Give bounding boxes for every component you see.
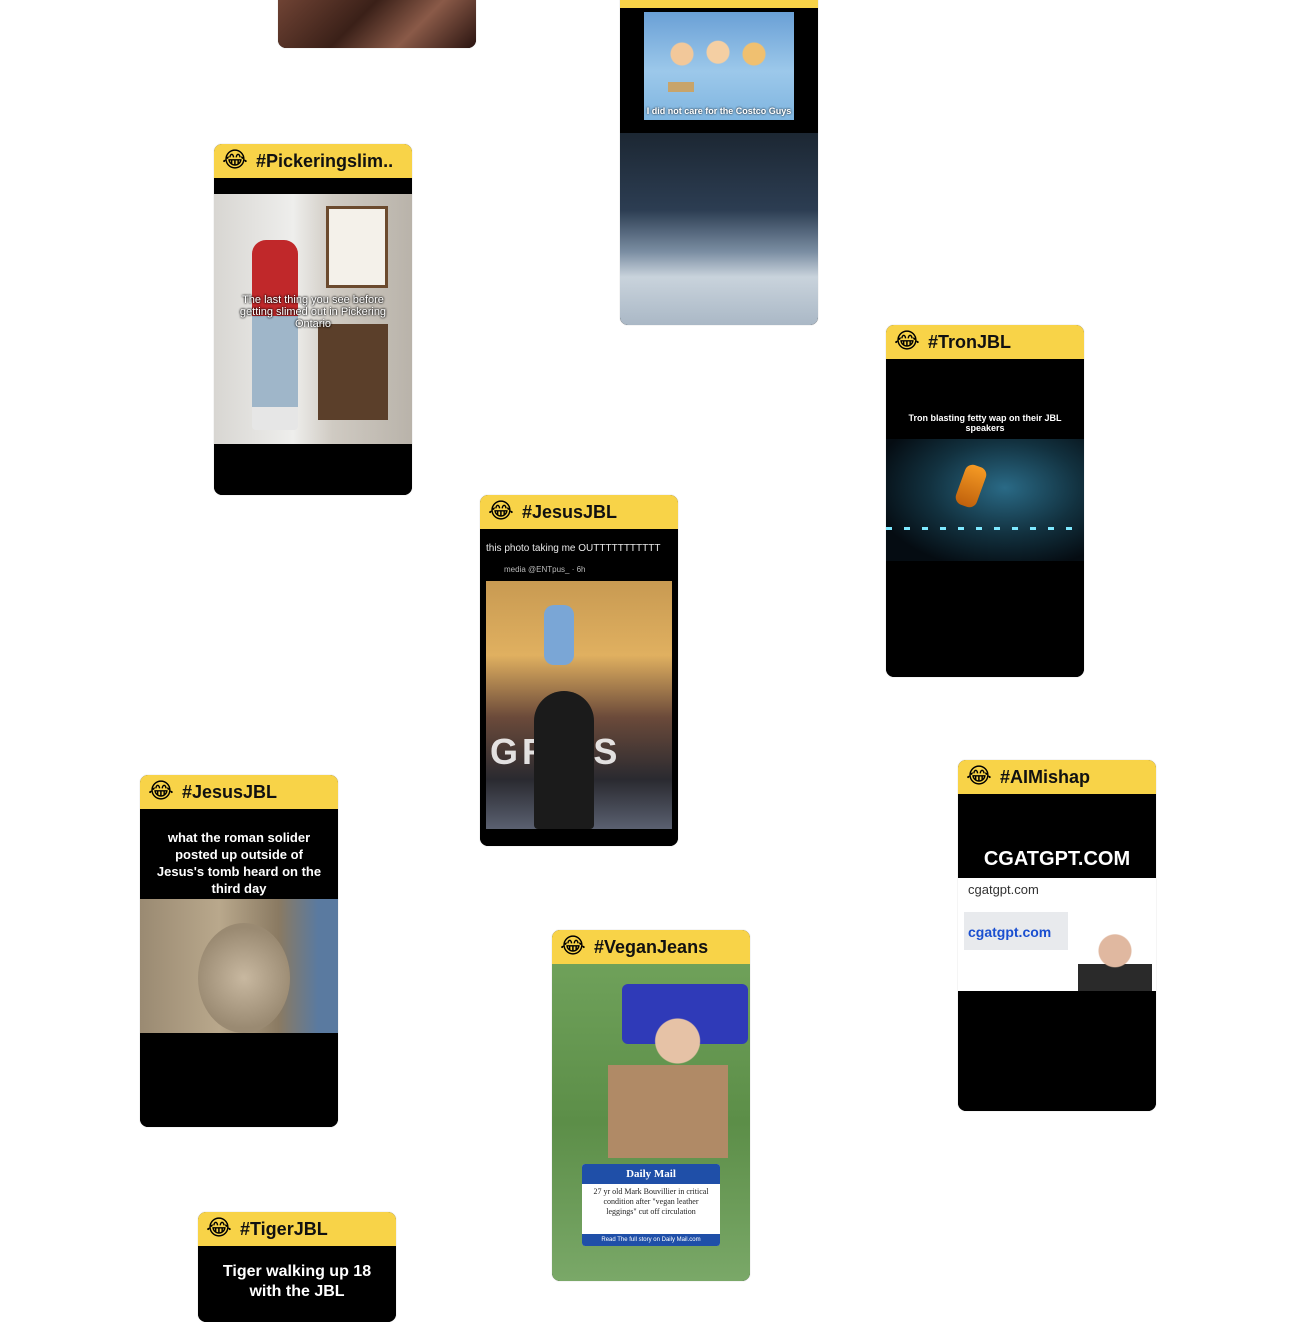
media-handle: media @ENTpus_ · 6h — [504, 565, 586, 574]
video-thumbnail: Daily Mail 27 yr old Mark Bouvillier in … — [552, 964, 750, 1281]
laughing-emoji-icon: 😂 — [148, 779, 174, 804]
video-card-pickering[interactable]: 😂 #Pickeringslim.. The last thing you se… — [214, 144, 412, 495]
post-text: this photo taking me OUTTTTTTTTTTT — [486, 543, 661, 554]
light-rail — [886, 527, 1084, 530]
card-header: 😂 #AIMishap — [958, 760, 1156, 794]
video-caption: Tiger walking up 18 with the JBL — [222, 1263, 372, 1300]
video-card-tiger[interactable]: 😂 #TigerJBL Tiger walking up 18 with the… — [198, 1212, 396, 1322]
video-thumbnail: Tron blasting fetty wap on their JBL spe… — [886, 359, 1084, 677]
hashtag-label[interactable]: #JesusJBL — [182, 782, 277, 803]
room-photo: The last thing you see before getting sl… — [214, 194, 412, 444]
video-card-tron[interactable]: 😂 #TronJBL Tron blasting fetty wap on th… — [886, 325, 1084, 677]
video-thumbnail: I did not care for the Costco Guys — [620, 8, 818, 325]
video-caption: Tron blasting fetty wap on their JBL spe… — [908, 413, 1062, 433]
hashtag-label[interactable]: #AIMishap — [1000, 767, 1090, 788]
video-card-jesus-tomb[interactable]: 😂 #JesusJBL what the roman solider poste… — [140, 775, 338, 1127]
video-thumbnail: what the roman solider posted up outside… — [140, 809, 338, 1127]
video-card-guitar[interactable] — [278, 0, 476, 48]
news-source: Daily Mail — [582, 1164, 720, 1184]
laughing-emoji-icon: 😂 — [894, 329, 920, 354]
video-thumbnail: this photo taking me OUTTTTTTTTTTT media… — [480, 529, 678, 846]
hashtag-label[interactable]: #Pickeringslim.. — [256, 151, 393, 172]
person-in-blue — [544, 605, 574, 665]
card-header — [620, 0, 818, 8]
cabinet — [318, 324, 388, 420]
video-caption: what the roman solider posted up outside… — [156, 830, 322, 896]
game-scene — [620, 133, 818, 325]
card-header: 😂 #JesusJBL — [140, 775, 338, 809]
laughing-emoji-icon: 😂 — [222, 148, 248, 173]
video-thumbnail: CGATGPT.COM cgatgpt.com cgatgpt.com — [958, 794, 1156, 1111]
headline-text: CGATGPT.COM — [983, 848, 1131, 870]
card-header: 😂 #JesusJBL — [480, 495, 678, 529]
hashtag-label[interactable]: #TigerJBL — [240, 1219, 328, 1240]
card-header: 😂 #Pickeringslim.. — [214, 144, 412, 178]
laughing-emoji-icon: 😂 — [206, 1216, 232, 1241]
pool-scene: I did not care for the Costco Guys — [644, 12, 794, 120]
url-text: cgatgpt.com — [968, 882, 1039, 897]
card-header: 😂 #TigerJBL — [198, 1212, 396, 1246]
rider-figure — [953, 462, 989, 510]
presenter-face — [1078, 924, 1152, 991]
news-footer: Read The full story on Daily Mail.com — [582, 1234, 720, 1246]
card-header: 😂 #VeganJeans — [552, 930, 750, 964]
video-caption: The last thing you see before getting sl… — [239, 294, 387, 330]
tomb-photo — [140, 899, 338, 1033]
character-heads — [658, 36, 778, 72]
tomb-stone — [198, 923, 290, 1033]
laughing-emoji-icon: 😂 — [966, 764, 992, 789]
person-figure — [252, 240, 298, 430]
video-thumbnail: Tiger walking up 18 with the JBL — [198, 1246, 396, 1322]
laughing-emoji-icon: 😂 — [488, 499, 514, 524]
hashtag-label[interactable]: #TronJBL — [928, 332, 1011, 353]
video-card-costco[interactable]: I did not care for the Costco Guys — [620, 0, 818, 325]
grammys-photo: GR YS — [486, 581, 672, 829]
box-prop — [668, 82, 694, 92]
laughing-emoji-icon: 😂 — [560, 934, 586, 959]
hashtag-label[interactable]: #JesusJBL — [522, 502, 617, 523]
person-in-coat — [608, 1008, 728, 1158]
video-thumbnail: The last thing you see before getting sl… — [214, 178, 412, 495]
news-text: 27 yr old Mark Bouvillier in critical co… — [593, 1187, 709, 1216]
person-in-black — [534, 691, 594, 829]
card-header: 😂 #TronJBL — [886, 325, 1084, 359]
video-card-jesus-grammys[interactable]: 😂 #JesusJBL this photo taking me OUTTTTT… — [480, 495, 678, 846]
wall-sign — [326, 206, 388, 288]
video-card-vegan[interactable]: 😂 #VeganJeans Daily Mail 27 yr old Mark … — [552, 930, 750, 1281]
video-thumbnail — [278, 0, 476, 48]
video-caption: I did not care for the Costco Guys — [646, 106, 792, 116]
link-box[interactable]: cgatgpt.com — [964, 912, 1068, 950]
tron-scene — [886, 439, 1084, 561]
hashtag-label[interactable]: #VeganJeans — [594, 937, 708, 958]
browser-panel: cgatgpt.com cgatgpt.com — [958, 878, 1156, 991]
video-card-aimishap[interactable]: 😂 #AIMishap CGATGPT.COM cgatgpt.com cgat… — [958, 760, 1156, 1111]
link-text[interactable]: cgatgpt.com — [968, 924, 1051, 940]
news-card: Daily Mail 27 yr old Mark Bouvillier in … — [582, 1164, 720, 1246]
